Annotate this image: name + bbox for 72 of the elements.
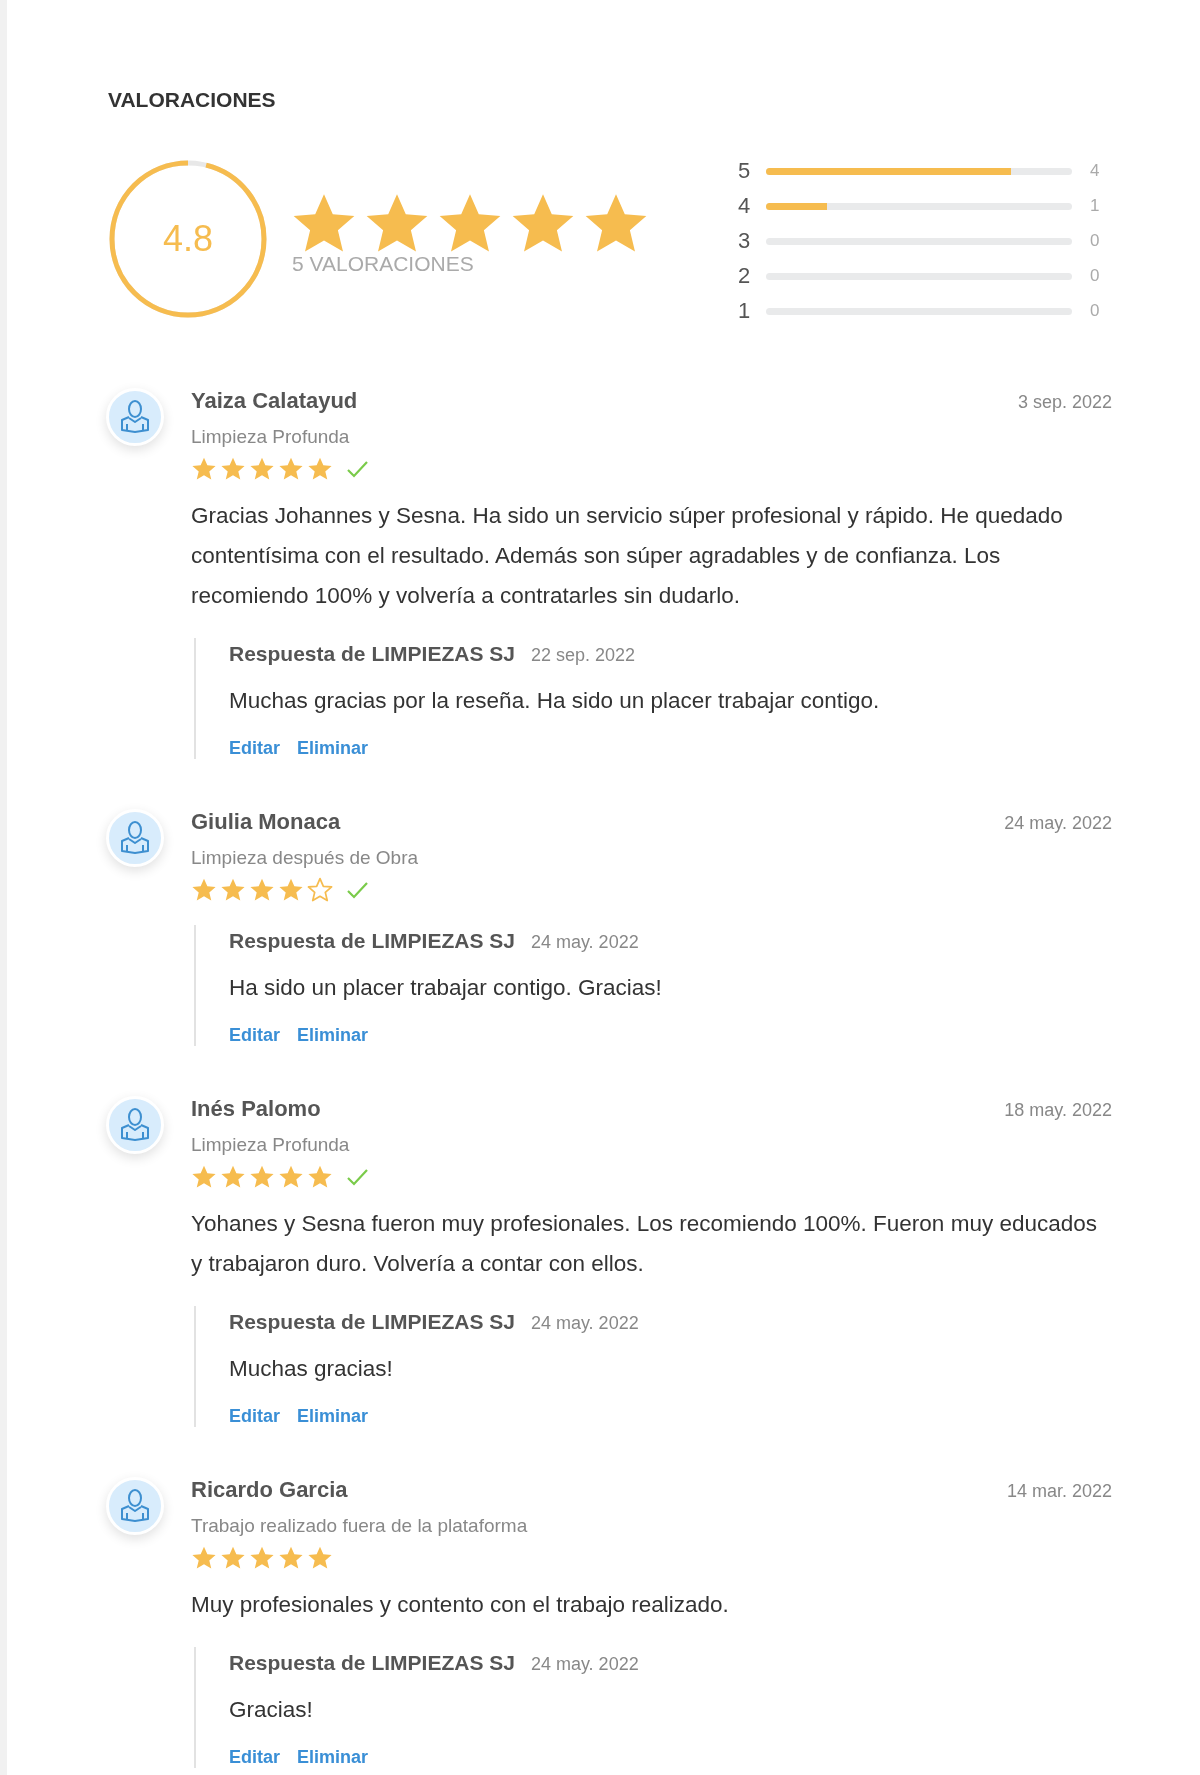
delete-link[interactable]: Eliminar (297, 738, 369, 759)
reply-text: Muchas gracias por la reseña. Ha sido un placer trabajar contigo. (229, 688, 881, 714)
reply-date: 22 sep. 2022 (530, 645, 635, 666)
star-icon (278, 1164, 304, 1190)
delete-link[interactable]: Eliminar (297, 1406, 369, 1427)
reply-date: 24 may. 2022 (530, 1313, 639, 1334)
delete-link[interactable]: Eliminar (297, 1747, 369, 1768)
reply-date: 24 may. 2022 (530, 1654, 639, 1675)
service-name: Limpieza después de Obra (191, 847, 420, 869)
reviewer-name: Inés Palomo (191, 1096, 321, 1122)
rating-count: 0 (1090, 266, 1100, 286)
review-date: 24 may. 2022 (1004, 813, 1112, 834)
avatar-icon (106, 1477, 164, 1535)
star-level-label: 3 (738, 228, 752, 254)
reply-date: 24 may. 2022 (530, 932, 639, 953)
reply-text: Gracias! (229, 1697, 314, 1723)
reviewer-name: Yaiza Calatayud (191, 388, 358, 414)
star-icon (249, 877, 275, 903)
edit-link[interactable]: Editar (229, 1406, 280, 1427)
reviewer-name: Giulia Monaca (191, 809, 341, 835)
edit-link[interactable]: Editar (229, 738, 280, 759)
reply-author: Respuesta de LIMPIEZAS SJ (229, 642, 515, 666)
star-icon (220, 456, 246, 482)
star-icon (278, 1545, 304, 1571)
star-icon (307, 1545, 333, 1571)
rating-count: 4 (1090, 161, 1100, 181)
star-icon (220, 877, 246, 903)
service-name: Trabajo realizado fuera de la plataforma (191, 1515, 529, 1537)
rating-count: 0 (1090, 231, 1100, 251)
service-name: Limpieza Profunda (191, 426, 351, 448)
review-date: 3 sep. 2022 (1017, 392, 1112, 413)
avatar-icon (106, 809, 164, 867)
avatar-icon (106, 1096, 164, 1154)
star-icon (307, 456, 333, 482)
star-level-label: 1 (738, 298, 752, 324)
delete-link[interactable]: Eliminar (297, 1025, 369, 1046)
reply-text: Muchas gracias! (229, 1356, 394, 1382)
star-icon (278, 877, 304, 903)
review-date: 14 mar. 2022 (1006, 1481, 1112, 1502)
star-icon (249, 456, 275, 482)
star-icon (191, 877, 217, 903)
review-text: Gracias Johannes y Sesna. Ha sido un servicio súper profesional y rápido. He quedado contentísima con el resultado. Además son súper agradables y de confianza. Los recomiendo 100% y volvería a contratarles sin dudarlo. (191, 502, 1064, 610)
review-text: Muy profesionales y contento con el trabajo realizado. (191, 1591, 730, 1619)
star-icon (191, 456, 217, 482)
edit-link[interactable]: Editar (229, 1747, 280, 1768)
reply-author: Respuesta de LIMPIEZAS SJ (229, 929, 515, 953)
reply-text: Ha sido un placer trabajar contigo. Gracias! (229, 975, 663, 1001)
reply-author: Respuesta de LIMPIEZAS SJ (229, 1310, 515, 1334)
star-icon (249, 1545, 275, 1571)
section-title: VALORACIONES (108, 88, 277, 112)
rating-count: 0 (1090, 301, 1100, 321)
reviewer-name: Ricardo Garcia (191, 1477, 348, 1503)
service-name: Limpieza Profunda (191, 1134, 351, 1156)
star-icon (191, 1545, 217, 1571)
edit-link[interactable]: Editar (229, 1025, 280, 1046)
rating-value: 4.8 (161, 219, 214, 259)
star-icon (220, 1545, 246, 1571)
empty-star-icon (307, 877, 333, 903)
ratings-count: 5 VALORACIONES (292, 252, 475, 276)
star-level-label: 2 (738, 263, 752, 289)
review-text: Yohanes y Sesna fueron muy profesionales. Los recomiendo 100%. Fueron muy educados y trabajaron duro. Volvería a contar con ellos. (191, 1210, 1098, 1278)
star-level-label: 4 (738, 193, 752, 219)
reply-author: Respuesta de LIMPIEZAS SJ (229, 1651, 515, 1675)
star-icon (278, 456, 304, 482)
star-icon (220, 1164, 246, 1190)
star-icon (249, 1164, 275, 1190)
star-icon (307, 1164, 333, 1190)
rating-count: 1 (1090, 196, 1100, 216)
star-level-label: 5 (738, 158, 752, 184)
star-icon (191, 1164, 217, 1190)
review-date: 18 may. 2022 (1004, 1100, 1112, 1121)
avatar-icon (106, 388, 164, 446)
